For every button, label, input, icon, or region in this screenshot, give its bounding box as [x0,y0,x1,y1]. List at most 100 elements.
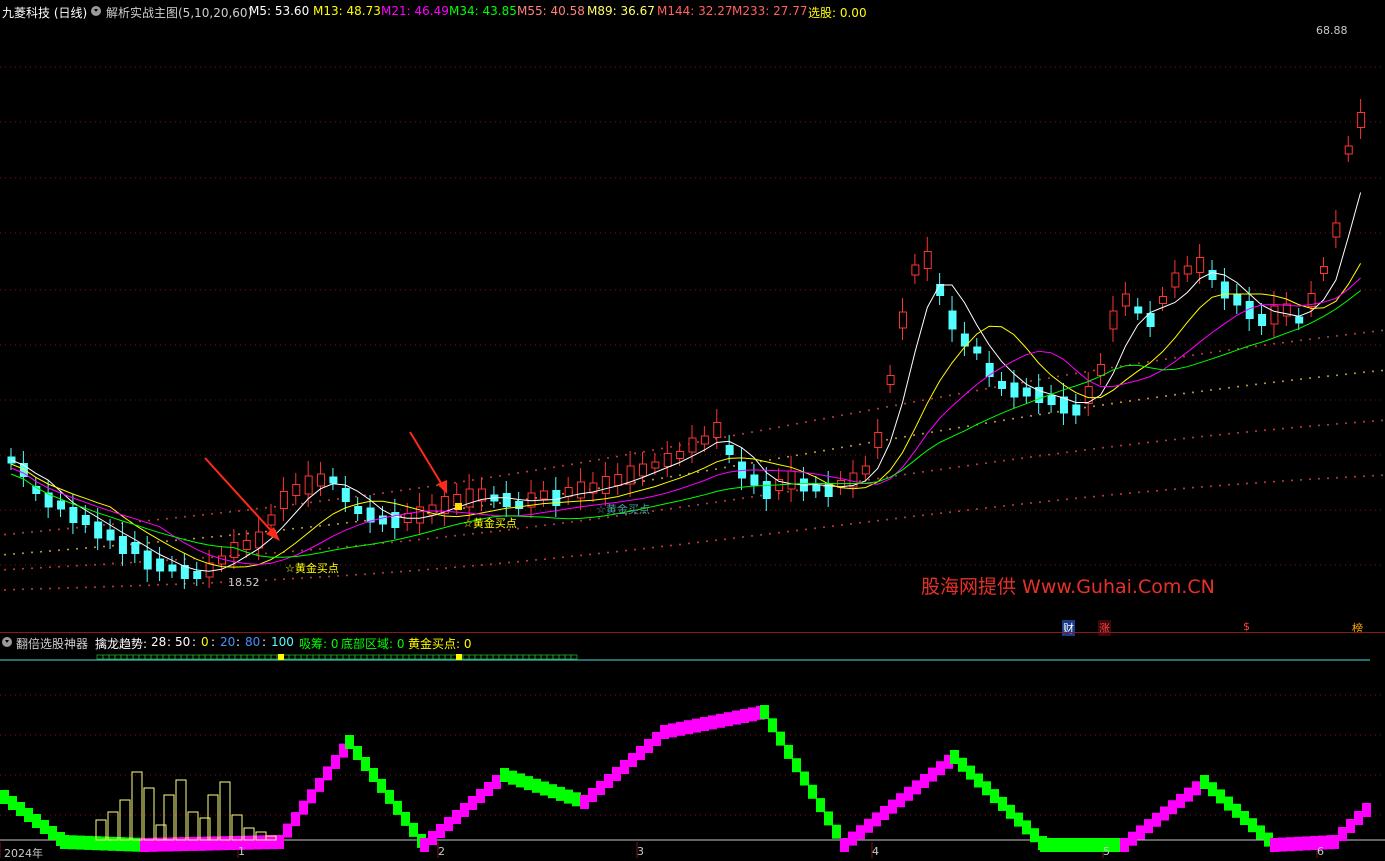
sub-step-block [580,795,589,809]
ma-dot [382,492,384,494]
sub-step-block [8,796,17,810]
ma-dot [697,541,699,544]
ma-dot [1264,429,1266,432]
xichou: 吸筹: 0 [299,637,339,651]
ma-dot [742,497,744,500]
candle-body [911,264,920,276]
buy-signal-square [455,503,462,510]
sub-step-block [1072,838,1081,852]
sub-step-block [260,835,269,850]
ma-dot [859,410,861,413]
sub-step-block [912,780,921,795]
ma-dot [1381,369,1383,372]
ma-line [10,290,1361,558]
candle-body [898,311,907,329]
signal-box [336,654,344,660]
ma-dot [1246,482,1248,485]
ma-dot [841,446,843,449]
ma-dot [1309,338,1311,341]
ma-dot [67,548,69,551]
ma-dot [355,520,357,523]
sub-step-block [920,774,929,788]
ma-dot [301,526,303,529]
x-axis-label-1: 1 [238,845,245,858]
ma-dot [1156,359,1158,362]
ma-dot [112,562,114,565]
signal-box [132,654,140,660]
signal-box [306,654,314,660]
ma-dot [1012,458,1014,461]
ma-dot [796,529,798,532]
signal-box [534,654,542,660]
ma-dot [1075,372,1077,375]
ma-dot [1174,356,1176,359]
ma-dot [814,527,816,530]
ma-dot [1291,379,1293,382]
ma-dot [112,544,114,547]
ma-dot [94,563,96,566]
ma-dot [499,502,501,505]
ma-dot [976,508,978,510]
ma-dot [310,548,312,551]
candle-body [923,251,932,269]
ma-dot [1282,380,1284,383]
ma-dot [58,565,60,568]
sub-step-block [824,811,833,826]
sub-yellow-bar [107,811,119,841]
ma-dot [22,567,24,570]
level-100: 100 [271,635,294,649]
ma-dot [472,532,474,535]
ma-dot [1318,477,1320,480]
sub-indicator-name[interactable]: 翻倍选股神器 [16,635,88,652]
ma-dot [1102,403,1104,406]
ma-dot [490,530,492,533]
ma-dot [1183,437,1185,440]
ma-dot [166,583,168,586]
ma-dot [589,553,591,556]
signal-box [210,654,218,660]
ma-dot [4,588,6,591]
ma-dot [643,547,645,550]
signal-box [420,654,428,660]
ma-dot [886,438,888,441]
ma-dot [1372,330,1374,333]
ma-dot [1300,378,1302,381]
ma-dot [1381,419,1383,422]
ma-dot [202,513,204,516]
ma-dot [1174,438,1176,441]
ma-dot [1219,350,1221,353]
ma-dot [1048,412,1050,415]
sub-step-block [492,775,501,789]
ma-dot [850,522,852,525]
ma-dot [337,498,339,500]
ma-dot [445,535,447,538]
ma-dot [526,470,528,473]
candle-body [1010,382,1019,398]
candle-body [341,488,350,502]
ma-dot [706,469,708,472]
ma-dot [220,581,222,584]
x-axis-label-2: 2 [438,845,445,858]
ma-dot [1300,339,1302,342]
ma-dot [391,571,393,574]
ma-dot [265,506,267,509]
ma-dot [409,539,411,542]
ma-dot [85,586,87,589]
ma-dot [67,565,69,568]
sub-yellow-bar [175,779,187,841]
ma-dot [265,552,267,555]
ma-dot [1201,435,1203,438]
sub-indicator-menu-icon[interactable] [2,637,12,647]
ma-dot [580,519,582,522]
sub-step-block [966,765,975,780]
ma-dot [427,537,429,540]
ma-dot [787,490,789,493]
ma-dot [67,527,69,530]
ma-dot [1039,501,1041,504]
ma-line [10,192,1362,572]
ma-dot [769,458,771,461]
ma-dot [1156,489,1158,492]
ma-dot [1291,426,1293,429]
ma-dot [814,419,816,422]
sub-step-block [0,790,9,804]
